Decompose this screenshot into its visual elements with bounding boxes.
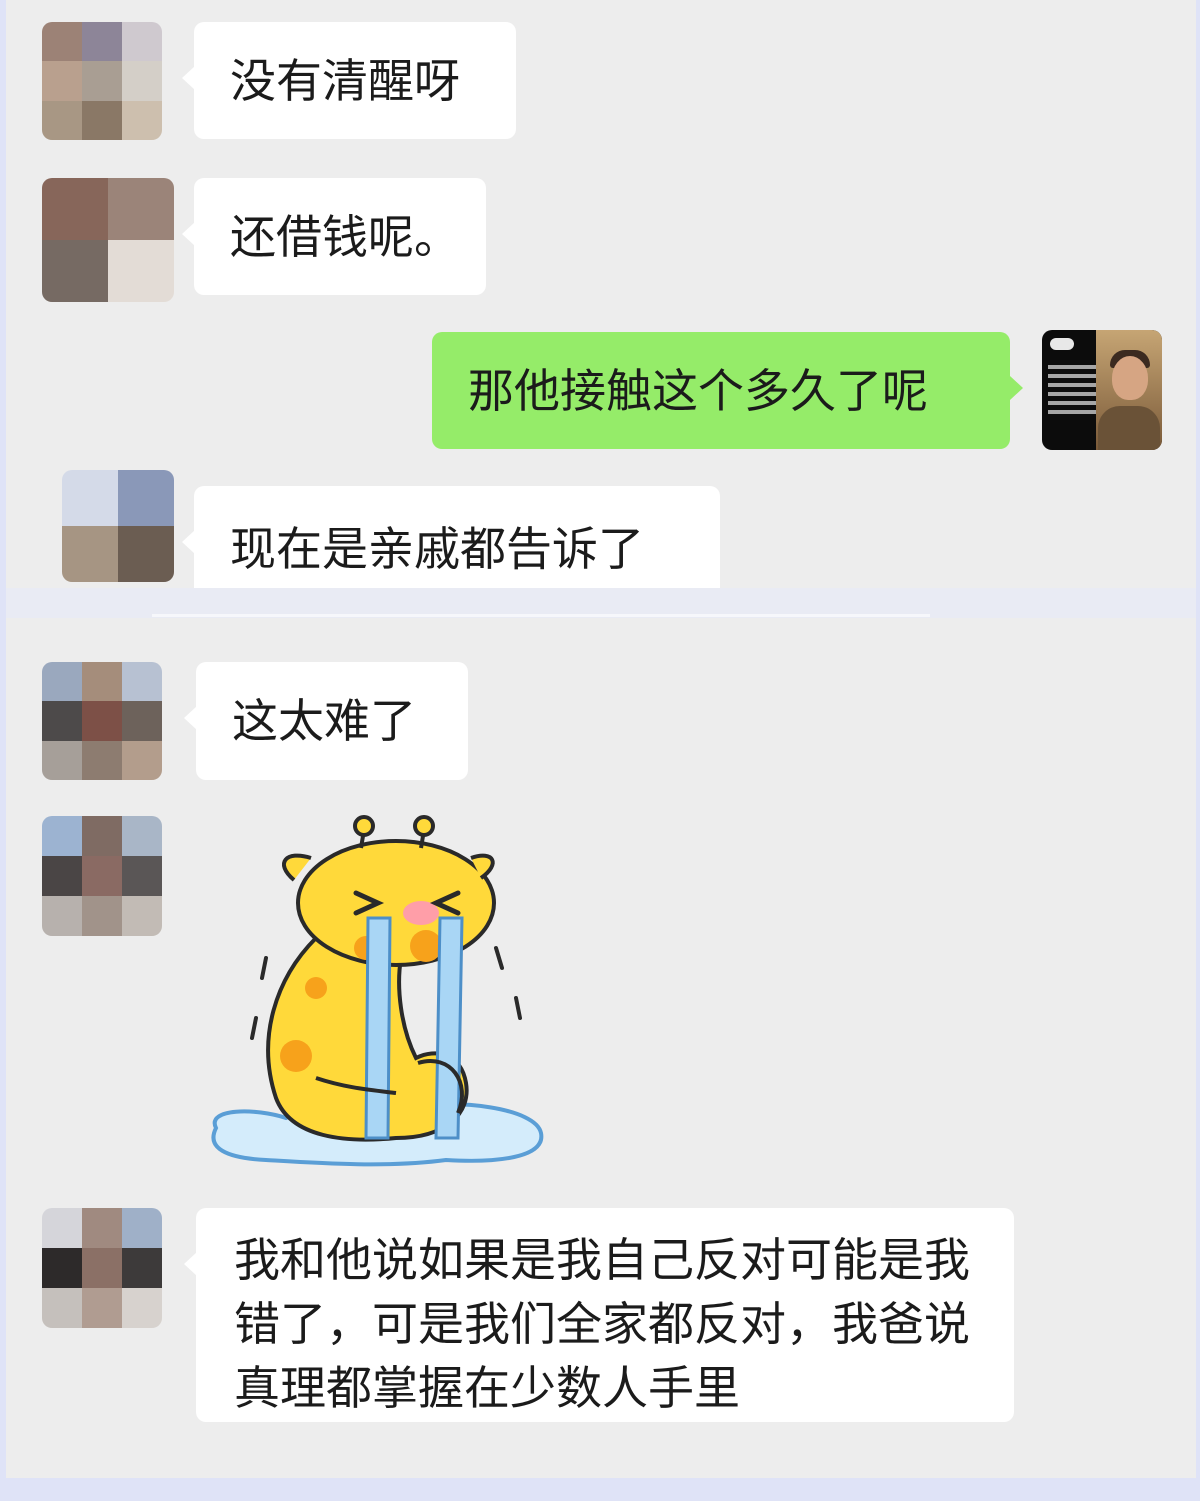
contact-avatar[interactable] [42, 1208, 162, 1328]
message-bubble-outgoing[interactable]: 那他接触这个多久了呢 [432, 332, 1023, 449]
message-bubble[interactable]: 我和他说如果是我自己反对可能是我错了，可是我们全家都反对，我爸说真理都掌握在少数… [184, 1208, 1014, 1422]
contact-avatar[interactable] [42, 816, 162, 936]
chat-panel-bottom: 这太难了 我和他说如果是我自己反对可能是我错了，可是我们全家都反对，我爸说真理都… [6, 618, 1196, 1478]
contact-avatar[interactable] [42, 662, 162, 780]
tv-news-avatar-icon[interactable] [1042, 330, 1162, 450]
contact-avatar[interactable] [42, 22, 162, 140]
chat-panel-top: 没有清醒呀 还借钱呢。 那他接触这个多久了呢 现在是亲戚都告诉了 [6, 0, 1196, 588]
contact-avatar[interactable] [42, 178, 174, 302]
message-bubble[interactable]: 还借钱呢。 [182, 178, 486, 295]
divider-line [152, 614, 930, 617]
message-text: 现在是亲戚都告诉了 [230, 522, 644, 576]
message-text: 没有清醒呀 [230, 54, 460, 108]
contact-avatar[interactable] [62, 470, 174, 582]
crying-giraffe-sticker-icon[interactable] [196, 808, 556, 1178]
message-text: 那他接触这个多久了呢 [468, 364, 928, 418]
message-text: 还借钱呢。 [230, 210, 460, 264]
message-text: 这太难了 [232, 694, 416, 748]
message-bubble[interactable]: 这太难了 [184, 662, 468, 780]
message-bubble[interactable]: 现在是亲戚都告诉了 [182, 486, 720, 588]
message-text: 我和他说如果是我自己反对可能是我错了，可是我们全家都反对，我爸说真理都掌握在少数… [234, 1233, 970, 1415]
message-bubble[interactable]: 没有清醒呀 [182, 22, 516, 139]
